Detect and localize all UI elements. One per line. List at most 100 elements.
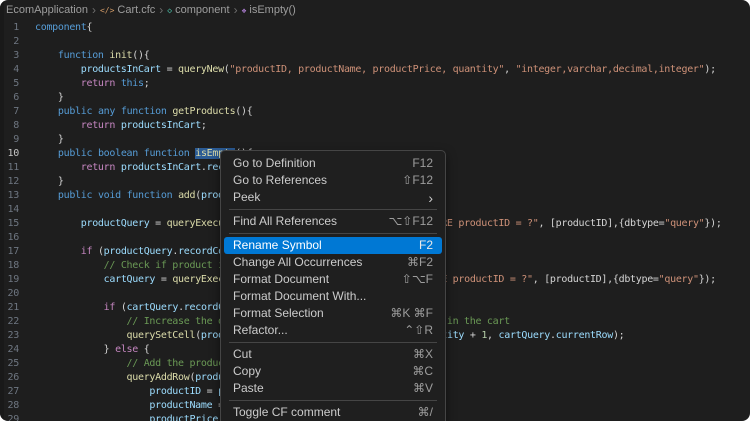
menu-item-go-to-definition[interactable]: Go to Definition F12: [224, 155, 442, 172]
breadcrumb-label: isEmpty(): [249, 4, 295, 16]
menu-item-shortcut: ⌃⇧R: [404, 322, 433, 339]
menu-item-shortcut: F2: [419, 237, 433, 254]
symbol-class-icon: ◇: [167, 6, 172, 15]
menu-item-change-all-occurrences[interactable]: Change All Occurrences⌘F2: [224, 254, 442, 271]
menu-item-shortcut: ⌘F2: [407, 254, 433, 271]
menu-item-label: Peek: [233, 189, 260, 206]
menu-separator: [229, 209, 437, 210]
code-line[interactable]: component{: [35, 21, 722, 35]
breadcrumb-item-isempty[interactable]: ❖isEmpty(): [242, 4, 296, 16]
menu-item-shortcut: ⌘/: [418, 404, 433, 421]
menu-item-label: Format Selection: [233, 305, 324, 322]
line-number[interactable]: 29: [0, 413, 19, 421]
line-number[interactable]: 17: [0, 245, 19, 259]
line-number[interactable]: 14: [0, 203, 19, 217]
menu-separator: [229, 400, 437, 401]
menu-item-shortcut: ⌥⇧F12: [388, 213, 433, 230]
line-number[interactable]: 16: [0, 231, 19, 245]
line-number[interactable]: 3: [0, 49, 19, 63]
menu-item-rename-symbol[interactable]: Rename Symbol F2: [224, 237, 442, 254]
breadcrumb-item-ecomapplication[interactable]: EcomApplication: [6, 4, 88, 16]
line-number[interactable]: 8: [0, 119, 19, 133]
line-number[interactable]: 15: [0, 217, 19, 231]
line-number[interactable]: 6: [0, 91, 19, 105]
line-number[interactable]: 24: [0, 343, 19, 357]
menu-item-shortcut: ⇧F12: [402, 172, 433, 189]
breadcrumb-label: Cart.cfc: [117, 4, 155, 16]
line-number[interactable]: 20: [0, 287, 19, 301]
line-number[interactable]: 25: [0, 357, 19, 371]
menu-item-label: Copy: [233, 363, 261, 380]
menu-item-label: Cut: [233, 346, 252, 363]
line-number[interactable]: 21: [0, 301, 19, 315]
line-number[interactable]: 1: [0, 21, 19, 35]
code-line[interactable]: return productsInCart;: [35, 119, 722, 133]
code-line[interactable]: [35, 35, 722, 49]
line-number[interactable]: 26: [0, 371, 19, 385]
menu-item-label: Paste: [233, 380, 264, 397]
menu-separator: [229, 342, 437, 343]
menu-item-shortcut: ⌘K ⌘F: [390, 305, 433, 322]
line-number[interactable]: 22: [0, 315, 19, 329]
line-number[interactable]: 18: [0, 259, 19, 273]
code-line[interactable]: public any function getProducts(){: [35, 105, 722, 119]
menu-item-find-all-references[interactable]: Find All References ⌥⇧F12: [224, 213, 442, 230]
code-line[interactable]: function init(){: [35, 49, 722, 63]
menu-item-paste[interactable]: Paste ⌘V: [224, 380, 442, 397]
line-number[interactable]: 10: [0, 147, 19, 161]
breadcrumb-item-component[interactable]: ◇component: [167, 4, 229, 16]
breadcrumb-separator-icon: ›: [92, 4, 96, 16]
symbol-method-icon: ❖: [242, 6, 247, 15]
menu-item-label: Format Document With...: [233, 288, 366, 305]
code-line[interactable]: }: [35, 133, 722, 147]
line-number[interactable]: 2: [0, 35, 19, 49]
breadcrumb-item-cart-cfc[interactable]: </>Cart.cfc: [100, 4, 155, 16]
menu-item-label: Format Document: [233, 271, 329, 288]
menu-item-shortcut: ⌘X: [413, 346, 433, 363]
line-number[interactable]: 23: [0, 329, 19, 343]
menu-item-label: Refactor...: [233, 322, 288, 339]
line-number[interactable]: 28: [0, 399, 19, 413]
breadcrumb-label: component: [175, 4, 229, 16]
menu-item-label: Rename Symbol: [233, 237, 322, 254]
gutter: 1234567891011121314151617181920212223242…: [0, 20, 19, 421]
menu-item-format-document[interactable]: Format Document ⇧⌥F: [224, 271, 442, 288]
breadcrumb-separator-icon: ›: [234, 4, 238, 16]
menu-item-shortcut: ⌘V: [413, 380, 433, 397]
line-number[interactable]: 5: [0, 77, 19, 91]
breadcrumb-label: EcomApplication: [6, 4, 88, 16]
submenu-chevron-icon: ›: [428, 191, 433, 205]
menu-item-cut[interactable]: Cut ⌘X: [224, 346, 442, 363]
editor-window: EcomApplication › </>Cart.cfc › ◇component › ❖…: [0, 0, 750, 421]
line-number[interactable]: 4: [0, 63, 19, 77]
menu-separator: [229, 233, 437, 234]
menu-item-peek[interactable]: Peek ›: [224, 189, 442, 206]
menu-item-shortcut: ⌘C: [412, 363, 433, 380]
menu-item-toggle-cf-comment[interactable]: Toggle CF comment ⌘/: [224, 404, 442, 421]
menu-item-go-to-references[interactable]: Go to References ⇧F12: [224, 172, 442, 189]
menu-item-label: Find All References: [233, 213, 337, 230]
file-icon: </>: [100, 6, 114, 15]
menu-item-format-selection[interactable]: Format Selection ⌘K ⌘F: [224, 305, 442, 322]
line-number[interactable]: 9: [0, 133, 19, 147]
menu-item-label: Go to Definition: [233, 155, 316, 172]
menu-item-shortcut: ⇧⌥F: [402, 271, 433, 288]
breadcrumb-separator-icon: ›: [159, 4, 163, 16]
menu-item-shortcut: F12: [412, 155, 433, 172]
line-number[interactable]: 19: [0, 273, 19, 287]
code-line[interactable]: productsInCart = queryNew("productID, pr…: [35, 63, 722, 77]
menu-item-format-document-with[interactable]: Format Document With...: [224, 288, 442, 305]
line-number[interactable]: 7: [0, 105, 19, 119]
menu-item-refactor[interactable]: Refactor... ⌃⇧R: [224, 322, 442, 339]
menu-item-label: Toggle CF comment: [233, 404, 340, 421]
menu-item-label: Go to References: [233, 172, 327, 189]
line-number[interactable]: 12: [0, 175, 19, 189]
code-line[interactable]: }: [35, 91, 722, 105]
context-menu: Go to DefinitionF12Go to References⇧F12P…: [220, 150, 446, 421]
menu-item-copy[interactable]: Copy ⌘C: [224, 363, 442, 380]
line-number[interactable]: 11: [0, 161, 19, 175]
line-number[interactable]: 13: [0, 189, 19, 203]
code-line[interactable]: return this;: [35, 77, 722, 91]
line-number[interactable]: 27: [0, 385, 19, 399]
breadcrumb: EcomApplication › </>Cart.cfc › ◇component › ❖…: [0, 0, 750, 20]
